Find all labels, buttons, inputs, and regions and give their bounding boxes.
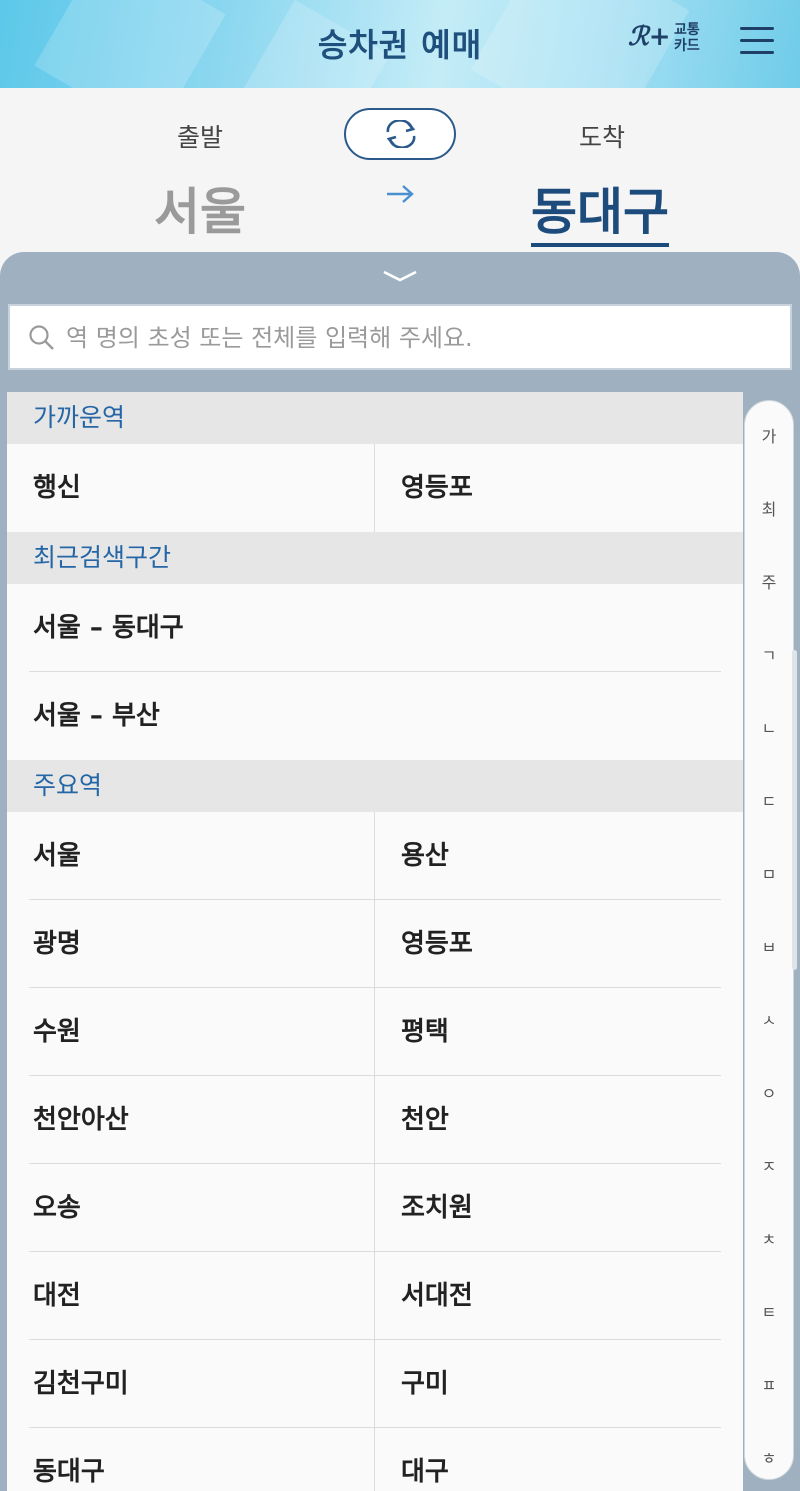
departure-label: 출발 <box>176 123 223 152</box>
station-item[interactable]: 천안 <box>375 1076 743 1164</box>
station-item[interactable]: 용산 <box>375 812 743 900</box>
index-item[interactable]: ㅎ <box>745 1445 793 1469</box>
section-header-nearby: 가까운역 <box>7 392 743 444</box>
index-item[interactable]: ㄴ <box>745 715 793 739</box>
section-header-major: 주요역 <box>7 760 743 812</box>
swap-stations-button[interactable] <box>344 108 456 160</box>
station-item[interactable]: 서울 <box>7 812 375 900</box>
index-item[interactable]: ㄱ <box>745 642 793 666</box>
index-item[interactable]: ㅈ <box>745 1153 793 1177</box>
app-header: 승차권 예매 ℛ+ 교통 카드 <box>0 0 800 88</box>
index-item[interactable]: 주 <box>745 569 793 593</box>
index-item[interactable]: ㅂ <box>745 934 793 958</box>
table-row: 오송 조치원 <box>7 1164 743 1252</box>
logo-mark: ℛ+ <box>628 22 671 52</box>
search-input[interactable] <box>66 316 766 360</box>
station-item[interactable]: 영등포 <box>375 900 743 988</box>
station-item[interactable]: 대전 <box>7 1252 375 1340</box>
arrival-label: 도착 <box>578 123 625 152</box>
index-item[interactable]: ㅌ <box>745 1299 793 1323</box>
chevron-down-icon[interactable] <box>380 268 420 284</box>
search-icon <box>29 325 54 350</box>
table-row: 광명 영등포 <box>7 900 743 988</box>
section-header-recent: 최근검색구간 <box>7 532 743 584</box>
index-item[interactable]: ㄷ <box>745 788 793 812</box>
index-item[interactable]: 최 <box>745 496 793 520</box>
station-item[interactable]: 김천구미 <box>7 1340 375 1428</box>
route-selector: 출발 도착 서울 동대구 <box>0 88 800 258</box>
arrow-right-icon <box>387 185 414 203</box>
transit-card-logo[interactable]: ℛ+ 교통 카드 <box>628 20 708 60</box>
departure-station[interactable]: 서울 <box>100 172 300 244</box>
station-list: 가까운역 행신 영등포 최근검색구간 서울 – 동대구 서울 – 부산 주요역 … <box>7 392 743 1491</box>
table-row: 천안아산 천안 <box>7 1076 743 1164</box>
index-item[interactable]: ㅁ <box>745 861 793 885</box>
station-item[interactable]: 동대구 <box>7 1428 375 1491</box>
scrollbar[interactable] <box>792 650 797 970</box>
station-item[interactable]: 수원 <box>7 988 375 1076</box>
table-row: 행신 영등포 <box>7 444 743 532</box>
recent-route-item[interactable]: 서울 – 동대구 <box>7 584 743 672</box>
station-item[interactable]: 광명 <box>7 900 375 988</box>
index-item[interactable]: ㅇ <box>745 1080 793 1104</box>
index-item[interactable]: ㅊ <box>745 1226 793 1250</box>
index-item[interactable]: 가 <box>745 423 793 447</box>
station-search[interactable] <box>8 304 792 370</box>
table-row: 서울 용산 <box>7 812 743 900</box>
table-row: 김천구미 구미 <box>7 1340 743 1428</box>
station-item[interactable]: 대구 <box>375 1428 743 1491</box>
swap-icon <box>386 120 416 148</box>
station-item[interactable]: 구미 <box>375 1340 743 1428</box>
table-row: 동대구 대구 <box>7 1428 743 1491</box>
table-row: 수원 평택 <box>7 988 743 1076</box>
station-item[interactable]: 평택 <box>375 988 743 1076</box>
logo-text: 교통 카드 <box>674 22 700 54</box>
station-panel: 가까운역 행신 영등포 최근검색구간 서울 – 동대구 서울 – 부산 주요역 … <box>0 252 800 1491</box>
station-item[interactable]: 영등포 <box>375 444 743 532</box>
station-item[interactable]: 서대전 <box>375 1252 743 1340</box>
station-item[interactable]: 천안아산 <box>7 1076 375 1164</box>
index-item[interactable]: ㅍ <box>745 1372 793 1396</box>
alphabet-index[interactable]: 가 최 주 ㄱ ㄴ ㄷ ㅁ ㅂ ㅅ ㅇ ㅈ ㅊ ㅌ ㅍ ㅎ <box>744 400 794 1480</box>
hamburger-menu-icon[interactable] <box>740 24 774 58</box>
arrival-station[interactable]: 동대구 <box>500 172 700 247</box>
station-item[interactable]: 오송 <box>7 1164 375 1252</box>
table-row: 대전 서대전 <box>7 1252 743 1340</box>
station-item[interactable]: 행신 <box>7 444 375 532</box>
index-item[interactable]: ㅅ <box>745 1007 793 1031</box>
recent-route-item[interactable]: 서울 – 부산 <box>7 672 743 760</box>
station-item[interactable]: 조치원 <box>375 1164 743 1252</box>
